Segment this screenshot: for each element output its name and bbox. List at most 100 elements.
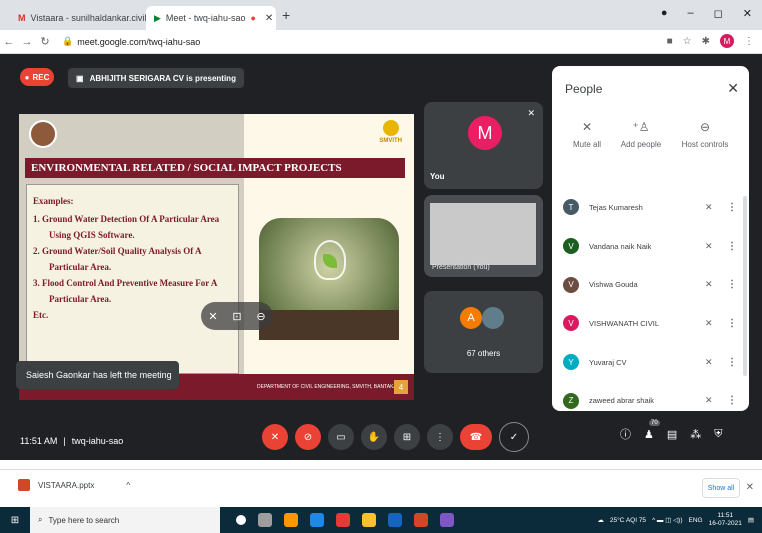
mic-off-icon: ✕	[527, 108, 535, 118]
people-icon[interactable]: ♟ 70	[644, 419, 660, 441]
call-controls: ✕ ⊘ ▭ ✋ ⊞ ⋮ ☎ ✓	[262, 422, 529, 452]
profile-avatar[interactable]: M	[720, 34, 734, 48]
more-options-icon[interactable]: ⋮	[727, 395, 749, 406]
mic-off-icon[interactable]: ✕	[705, 318, 727, 329]
cortana-icon[interactable]	[236, 515, 246, 525]
self-tile[interactable]: ✕ M You	[424, 102, 543, 189]
window-close-button[interactable]: ✕	[743, 7, 752, 20]
language-indicator[interactable]: ENG	[689, 517, 703, 524]
app-icon[interactable]	[440, 513, 454, 527]
menu-icon[interactable]: ⋮	[744, 36, 754, 47]
others-tile[interactable]: A 67 others	[424, 291, 543, 373]
college-logo: SMVITH	[379, 120, 402, 144]
right-controls: ⓘ ♟ 70 ▤ ⁂ ⛨	[620, 419, 723, 442]
participant-row[interactable]: Zzaweed abrar shaik ✕ ⋮	[552, 381, 749, 420]
word-icon[interactable]	[388, 513, 402, 527]
participant-row[interactable]: Y Yuvaraj CV ✕ ⋮	[552, 343, 749, 382]
host-controls-button[interactable]: ⊖ Host controls	[670, 120, 740, 149]
tile-label: Presentation (You)	[432, 264, 490, 271]
tab-label: Meet - twq-iahu-sao	[165, 13, 246, 23]
presentation-tile[interactable]: Presentation (You)	[424, 195, 543, 277]
participant-row[interactable]: V Vandana naik Naik ✕ ⋮	[552, 227, 749, 266]
camera-toggle-button[interactable]: ⊘	[295, 424, 321, 450]
weather-text[interactable]: 25°C AQI 75	[610, 517, 646, 524]
tab-bar: M Vistaara - sunilhaldankar.civil@... ✕ ▶ M…	[0, 0, 762, 30]
file-explorer-icon[interactable]	[362, 513, 376, 527]
notification-icon[interactable]: ▤	[748, 516, 754, 524]
url-field[interactable]: 🔒 meet.google.com/twq-iahu-sao	[62, 36, 200, 47]
edge-icon[interactable]	[310, 513, 324, 527]
participant-row[interactable]: T Tejas Kumaresh ✕ ⋮	[552, 188, 749, 227]
scrollbar[interactable]	[743, 196, 747, 376]
participant-name: Vishwa Gouda	[589, 280, 638, 290]
powerpoint-icon[interactable]	[414, 513, 428, 527]
end-call-button[interactable]: ☎	[460, 424, 492, 450]
chevron-up-icon[interactable]: ^	[126, 481, 130, 490]
tab-vistaara[interactable]: MVistaara - sunilhaldankar.civil@...✕	[10, 6, 176, 30]
star-icon[interactable]: ☆	[683, 36, 692, 47]
info-icon[interactable]: ⓘ	[620, 426, 631, 442]
present-button[interactable]: ⊞	[394, 424, 420, 450]
security-icon[interactable]: ⛨	[714, 428, 722, 441]
download-item[interactable]: VISTAARA.pptx ^	[18, 479, 130, 491]
reload-icon[interactable]: ↻	[36, 35, 54, 48]
tile-label: 67 others	[466, 349, 501, 358]
windows-start-icon[interactable]: ⊞	[0, 515, 30, 526]
pin-icon[interactable]: ⊡	[232, 310, 241, 323]
tray-icons[interactable]: ^ ▬ ◫ ◁))	[652, 516, 682, 524]
close-icon[interactable]: ✕	[265, 13, 273, 24]
clock[interactable]: 11:51 16-07-2021	[709, 512, 742, 528]
minimize-button[interactable]: –	[688, 7, 694, 20]
mic-off-icon[interactable]: ✕	[208, 310, 217, 323]
avatar: T	[563, 199, 579, 216]
presenting-banner: ▣ ABHIJITH SERIGARA CV is presenting	[68, 68, 244, 88]
captions-button[interactable]: ▭	[328, 424, 354, 450]
add-people-button[interactable]: ⁺♙ Add people	[606, 120, 676, 149]
mic-off-icon[interactable]: ✕	[705, 395, 727, 406]
mic-toggle-button[interactable]: ✕	[262, 424, 288, 450]
mic-off-icon[interactable]: ✕	[705, 202, 727, 213]
example-line: Particular Area.	[49, 294, 112, 304]
presentation-icon: ▣	[76, 73, 84, 83]
examples-box: Examples: 1. Ground Water Detection Of A…	[26, 184, 239, 374]
forward-icon[interactable]: →	[18, 36, 36, 48]
close-icon[interactable]: ✕	[727, 80, 739, 97]
presentation-thumbnail	[430, 203, 536, 265]
participant-row[interactable]: V Vishwa Gouda ✕ ⋮	[552, 265, 749, 304]
recording-badge: ● REC	[20, 68, 54, 86]
slide-title: ENVIRONMENTAL RELATED / SOCIAL IMPACT PR…	[25, 158, 405, 178]
add-person-icon: ⁺♙	[632, 120, 650, 134]
avatar: M	[468, 116, 502, 150]
firefox-icon[interactable]	[284, 513, 298, 527]
search-icon: ⌕	[38, 515, 43, 524]
participant-row[interactable]: V VISHWANATH CIVIL ✕ ⋮	[552, 304, 749, 343]
tab-meet[interactable]: ▶ Meet - twq-iahu-sao ● ✕	[146, 6, 276, 30]
presentation-slide: SMVITH ENVIRONMENTAL RELATED / SOCIAL IM…	[19, 114, 414, 400]
raise-hand-button[interactable]: ✋	[361, 424, 387, 450]
close-icon[interactable]: ✕	[746, 482, 754, 493]
example-line: 1. Ground Water Detection Of A Particula…	[33, 214, 220, 224]
more-options-button[interactable]: ⋮	[427, 424, 453, 450]
pptx-icon	[18, 479, 30, 491]
extensions-icon[interactable]: ✱	[702, 36, 710, 47]
meet-area: ● REC ▣ ABHIJITH SERIGARA CV is presenting…	[0, 54, 762, 460]
mic-off-icon[interactable]: ✕	[705, 241, 727, 252]
maximize-button[interactable]: ◻	[714, 7, 723, 20]
back-icon[interactable]: ←	[0, 36, 18, 48]
chat-icon[interactable]: ▤	[667, 428, 677, 441]
camera-icon[interactable]: ■	[667, 36, 673, 47]
task-view-icon[interactable]	[258, 513, 272, 527]
account-icon[interactable]: ●	[661, 7, 668, 20]
mic-off-icon[interactable]: ✕	[705, 357, 727, 368]
activities-icon[interactable]: ⁂	[690, 428, 701, 441]
mic-off-icon[interactable]: ✕	[705, 279, 727, 290]
show-all-button[interactable]: Show all	[702, 478, 740, 498]
notification-toast: Saiesh Gaonkar has left the meeting	[16, 361, 179, 389]
new-tab-button[interactable]: +	[282, 7, 290, 23]
panel-title: People	[565, 82, 603, 96]
avatar: V	[563, 238, 579, 255]
taskbar-search[interactable]: ⌕ Type here to search	[30, 507, 220, 533]
chrome-icon[interactable]	[336, 513, 350, 527]
remove-icon[interactable]: ⊖	[256, 310, 265, 323]
annotation-circle: ✓	[499, 422, 529, 452]
